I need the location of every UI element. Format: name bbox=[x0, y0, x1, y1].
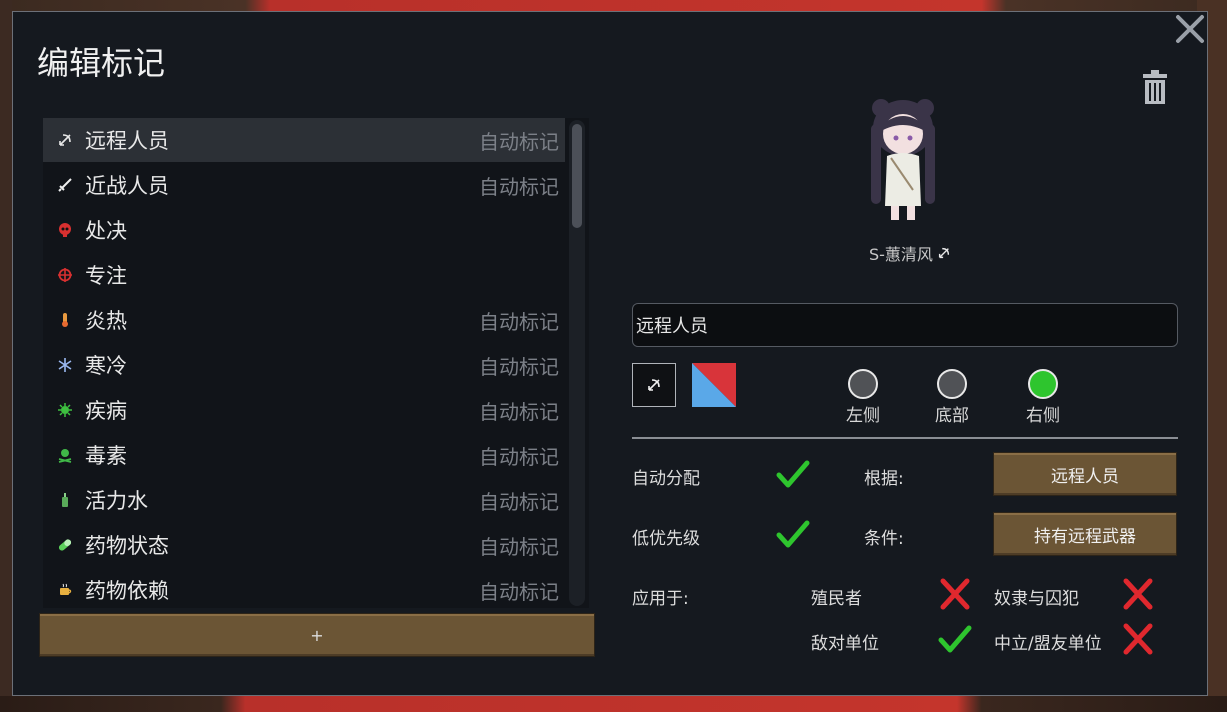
cross-icon bbox=[1123, 578, 1153, 610]
list-item-label: 寒冷 bbox=[85, 354, 127, 378]
list-item[interactable]: 炎热 自动标记 bbox=[43, 298, 565, 342]
check-icon bbox=[938, 625, 972, 653]
condition-label: 条件: bbox=[864, 529, 904, 549]
pawn-name: S-蕙清风 bbox=[869, 241, 951, 265]
background-left bbox=[0, 0, 12, 712]
list-item-tag: 自动标记 bbox=[479, 399, 559, 424]
edit-marker-dialog: 编辑标记 远程人员 自动标记 近战人员 自动标记 处决 专注 炎热 自动标记 寒… bbox=[12, 11, 1208, 696]
apply-slaves-label: 奴隶与囚犯 bbox=[994, 589, 1079, 609]
sword-icon bbox=[55, 175, 75, 195]
auto-assign-toggle[interactable] bbox=[775, 457, 811, 491]
apply-colonists-label: 殖民者 bbox=[811, 589, 862, 609]
position-bottom-label: 底部 bbox=[935, 406, 969, 426]
snowflake-icon bbox=[55, 355, 75, 375]
basis-button[interactable]: 远程人员 bbox=[993, 452, 1177, 496]
position-right-radio[interactable] bbox=[1028, 369, 1058, 399]
list-item-label: 毒素 bbox=[85, 444, 127, 468]
apply-hostile-label: 敌对单位 bbox=[811, 634, 879, 654]
marker-icon-selector[interactable] bbox=[632, 363, 676, 407]
list-item-tag: 自动标记 bbox=[479, 579, 559, 604]
list-item-tag: 自动标记 bbox=[479, 174, 559, 199]
pill-icon bbox=[55, 535, 75, 555]
list-scrollbar[interactable] bbox=[569, 120, 585, 606]
dialog-title: 编辑标记 bbox=[37, 44, 166, 82]
marker-color-selector[interactable] bbox=[692, 363, 736, 407]
apply-colonists-toggle[interactable] bbox=[937, 577, 973, 611]
thermometer-icon bbox=[55, 310, 75, 330]
auto-assign-label: 自动分配 bbox=[632, 469, 700, 489]
list-item-tag: 自动标记 bbox=[479, 489, 559, 514]
list-item-label: 专注 bbox=[85, 264, 127, 288]
scrollbar-thumb[interactable] bbox=[572, 124, 582, 228]
list-item-tag: 自动标记 bbox=[479, 534, 559, 559]
background-bottom bbox=[0, 696, 1227, 712]
apply-to-label: 应用于: bbox=[632, 589, 689, 609]
pawn-portrait bbox=[861, 94, 945, 224]
list-item[interactable]: 活力水 自动标记 bbox=[43, 478, 565, 522]
germ-icon bbox=[55, 400, 75, 420]
list-item[interactable]: 远程人员 自动标记 bbox=[43, 118, 565, 162]
bow-icon bbox=[938, 247, 950, 259]
list-item-label: 药物状态 bbox=[85, 534, 169, 558]
add-marker-button[interactable]: + bbox=[39, 613, 595, 657]
apply-neutral-toggle[interactable] bbox=[1120, 622, 1156, 656]
list-item-label: 疾病 bbox=[85, 399, 127, 423]
pawn-name-text: S-蕙清风 bbox=[869, 245, 933, 264]
list-item[interactable]: 药物依赖 自动标记 bbox=[43, 568, 565, 608]
list-item-tag: 自动标记 bbox=[479, 309, 559, 334]
list-item-label: 处决 bbox=[85, 219, 127, 243]
list-item[interactable]: 毒素 自动标记 bbox=[43, 433, 565, 477]
crosshair-icon bbox=[55, 265, 75, 285]
skull-icon bbox=[55, 220, 75, 240]
delete-button[interactable] bbox=[1141, 70, 1169, 106]
apply-hostile-toggle[interactable] bbox=[937, 622, 973, 656]
list-item-label: 炎热 bbox=[85, 309, 127, 333]
marker-name-value: 远程人员 bbox=[636, 316, 708, 337]
bow-icon bbox=[55, 130, 75, 150]
condition-button[interactable]: 持有远程武器 bbox=[993, 512, 1177, 556]
apply-neutral-label: 中立/盟友单位 bbox=[994, 634, 1102, 654]
list-item[interactable]: 处决 bbox=[43, 208, 565, 252]
close-icon bbox=[1176, 15, 1204, 43]
check-icon bbox=[776, 520, 810, 548]
list-item-tag: 自动标记 bbox=[479, 444, 559, 469]
divider bbox=[632, 437, 1178, 439]
bottle-icon bbox=[55, 490, 75, 510]
cross-icon bbox=[940, 578, 970, 610]
marker-name-input[interactable]: 远程人员 bbox=[632, 303, 1178, 347]
position-left-label: 左侧 bbox=[846, 406, 880, 426]
position-right-label: 右侧 bbox=[1026, 406, 1060, 426]
position-left-radio[interactable] bbox=[848, 369, 878, 399]
check-icon bbox=[776, 460, 810, 488]
bow-icon bbox=[648, 379, 660, 391]
list-item-label: 远程人员 bbox=[85, 129, 169, 153]
list-item[interactable]: 专注 bbox=[43, 253, 565, 297]
list-item-label: 药物依赖 bbox=[85, 579, 169, 603]
trash-icon bbox=[1143, 70, 1167, 104]
list-item-tag: 自动标记 bbox=[479, 129, 559, 154]
position-bottom-radio[interactable] bbox=[937, 369, 967, 399]
list-item-label: 活力水 bbox=[85, 489, 148, 513]
list-item[interactable]: 药物状态 自动标记 bbox=[43, 523, 565, 567]
cup-icon bbox=[55, 580, 75, 600]
list-item[interactable]: 寒冷 自动标记 bbox=[43, 343, 565, 387]
low-priority-label: 低优先级 bbox=[632, 529, 700, 549]
list-item-label: 近战人员 bbox=[85, 174, 169, 198]
basis-label: 根据: bbox=[864, 469, 904, 489]
close-button[interactable] bbox=[1173, 12, 1207, 46]
apply-slaves-toggle[interactable] bbox=[1120, 577, 1156, 611]
list-item-tag: 自动标记 bbox=[479, 354, 559, 379]
list-item[interactable]: 疾病 自动标记 bbox=[43, 388, 565, 432]
low-priority-toggle[interactable] bbox=[775, 517, 811, 551]
list-item[interactable]: 近战人员 自动标记 bbox=[43, 163, 565, 207]
marker-list[interactable]: 远程人员 自动标记 近战人员 自动标记 处决 专注 炎热 自动标记 寒冷 自动标… bbox=[43, 118, 589, 608]
cross-icon bbox=[1123, 623, 1153, 655]
poison-icon bbox=[55, 445, 75, 465]
